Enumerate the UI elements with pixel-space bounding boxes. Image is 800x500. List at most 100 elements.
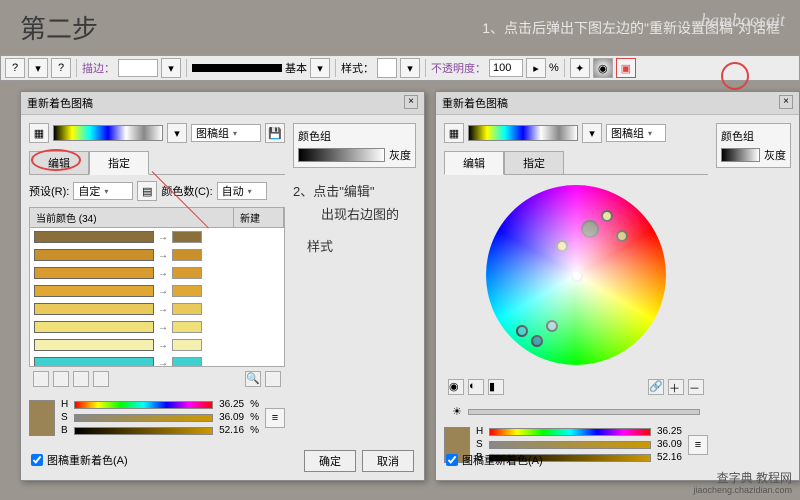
wheel-handle[interactable] (546, 320, 558, 332)
tool-icon-3[interactable]: ▣ (616, 58, 636, 78)
preset-select[interactable]: 自定 (73, 182, 133, 200)
brush-preview (192, 64, 282, 72)
h-slider[interactable] (489, 428, 651, 436)
recolor-icon[interactable]: ◉ (593, 58, 613, 78)
b-label: B (61, 425, 68, 436)
art-preview-icon[interactable]: ▦ (444, 123, 464, 143)
colorgroup-label: 颜色组 (298, 128, 411, 144)
cancel-button[interactable]: 取消 (362, 450, 414, 472)
help-button[interactable]: ? (5, 58, 25, 78)
swatch-icon[interactable] (265, 371, 281, 387)
swatch-row[interactable]: → (30, 300, 284, 318)
artgroup-select[interactable]: 图稿组 (191, 124, 261, 142)
remove-icon[interactable]: － (688, 379, 704, 395)
color-mode-icon[interactable]: ≡ (265, 408, 285, 428)
s-slider[interactable] (489, 441, 651, 449)
recolor-checkbox[interactable]: 图稿重新着色(A) (31, 452, 128, 468)
swatch-row[interactable]: → (30, 318, 284, 336)
color-wheel[interactable] (486, 185, 666, 365)
gray-label: 灰度 (764, 147, 786, 163)
swatch-row[interactable]: → (30, 336, 284, 354)
h-slider[interactable] (74, 401, 213, 409)
recolor-checkbox[interactable]: 图稿重新着色(A) (446, 452, 543, 468)
gradient-preview (53, 125, 163, 141)
stroke-input[interactable] (118, 59, 158, 77)
wheel-handle-base[interactable] (581, 220, 599, 238)
style-swatch[interactable] (377, 58, 397, 78)
close-icon[interactable]: × (779, 95, 793, 109)
s-slider[interactable] (74, 414, 213, 422)
opacity-input[interactable] (489, 59, 523, 77)
opacity-label: 不透明度： (431, 60, 486, 76)
art-preview-icon[interactable]: ▦ (29, 123, 49, 143)
recolor-dialog-assign: 重新着色图稿 × ▦ ▾ 图稿组 💾 编辑 指定 预设(R): (20, 91, 425, 481)
colorgroup-label: 颜色组 (721, 128, 786, 144)
wheel-center[interactable] (571, 270, 583, 282)
colors-label: 颜色数(C): (161, 183, 212, 199)
gray-swatch[interactable] (721, 148, 760, 162)
style-label: 样式： (341, 60, 374, 76)
s-value: 36.09 (219, 412, 244, 423)
swatch-row[interactable]: → (30, 264, 284, 282)
artgroup-select[interactable]: 图稿组 (606, 124, 666, 142)
h-label: H (61, 399, 68, 410)
tab-edit[interactable]: 编辑 (29, 151, 89, 175)
grad-menu-icon[interactable]: ▾ (167, 123, 187, 143)
wheel-smooth-icon[interactable]: ◉ (448, 379, 464, 395)
recolor-dialog-edit: 重新着色图稿 × ▦ ▾ 图稿组 编辑 指定 (435, 91, 800, 481)
swatch-row[interactable]: → (30, 228, 284, 246)
tab-assign[interactable]: 指定 (89, 151, 149, 175)
merge-icon[interactable] (33, 371, 49, 387)
add-icon[interactable]: ＋ (668, 379, 684, 395)
wheel-handle[interactable] (516, 325, 528, 337)
colors-select[interactable]: 自动 (217, 182, 267, 200)
separate-icon[interactable] (53, 371, 69, 387)
stroke-dropdown[interactable]: ▾ (161, 58, 181, 78)
link-icon[interactable]: 🔗 (648, 379, 664, 395)
brush-dropdown[interactable]: ▾ (310, 58, 330, 78)
swatch-row[interactable]: → (30, 354, 284, 367)
save-group-icon[interactable]: 💾 (265, 123, 285, 143)
brand-logo: bamboosait (701, 10, 785, 31)
preset-label: 预设(R): (29, 183, 69, 199)
b-slider[interactable] (74, 427, 213, 435)
wheel-segmented-icon[interactable]: ◐ (468, 379, 484, 395)
help-button-2[interactable]: ? (51, 58, 71, 78)
newrow-icon[interactable] (93, 371, 109, 387)
bars-icon[interactable]: ▮ (488, 379, 504, 395)
gradient-preview (468, 125, 578, 141)
wheel-handle[interactable] (531, 335, 543, 347)
dropdown-button[interactable]: ▾ (28, 58, 48, 78)
dialog-title: 重新着色图稿 × (436, 92, 799, 115)
options-toolbar: ? ▾ ? 描边： ▾ 基本 ▾ 样式： ▾ 不透明度： ▸ % ✦ ◉ ▣ (0, 55, 800, 81)
brush-label: 基本 (285, 60, 307, 76)
gray-label: 灰度 (389, 147, 411, 163)
watermark: 查字典 教程网 jiaocheng.chazidian.com (693, 471, 792, 496)
col-new: 新建 (234, 208, 284, 227)
swatch-row[interactable]: → (30, 246, 284, 264)
step-title: 第二步 (20, 9, 98, 46)
hsb-swatch (29, 400, 55, 436)
style-dropdown[interactable]: ▾ (400, 58, 420, 78)
dialog-title: 重新着色图稿 × (21, 92, 424, 115)
wheel-handle[interactable] (601, 210, 613, 222)
swatch-list[interactable]: 当前颜色 (34) 新建 →→→→→→→→ (29, 207, 285, 367)
ok-button[interactable]: 确定 (304, 450, 356, 472)
swatch-row[interactable]: → (30, 282, 284, 300)
tab-assign[interactable]: 指定 (504, 151, 564, 175)
exclude-icon[interactable] (73, 371, 89, 387)
preset-options-icon[interactable]: ▤ (137, 181, 157, 201)
close-icon[interactable]: × (404, 95, 418, 109)
brightness-icon: ☀ (452, 405, 462, 418)
stroke-label: 描边： (82, 60, 115, 76)
color-mode-icon[interactable]: ≡ (688, 435, 708, 455)
brightness-slider[interactable] (468, 409, 700, 415)
wheel-handle[interactable] (556, 240, 568, 252)
find-icon[interactable]: 🔍 (245, 371, 261, 387)
wheel-handle[interactable] (616, 230, 628, 242)
gray-swatch[interactable] (298, 148, 385, 162)
grad-menu-icon[interactable]: ▾ (582, 123, 602, 143)
tab-edit[interactable]: 编辑 (444, 151, 504, 175)
opacity-stepper[interactable]: ▸ (526, 58, 546, 78)
tool-icon-1[interactable]: ✦ (570, 58, 590, 78)
